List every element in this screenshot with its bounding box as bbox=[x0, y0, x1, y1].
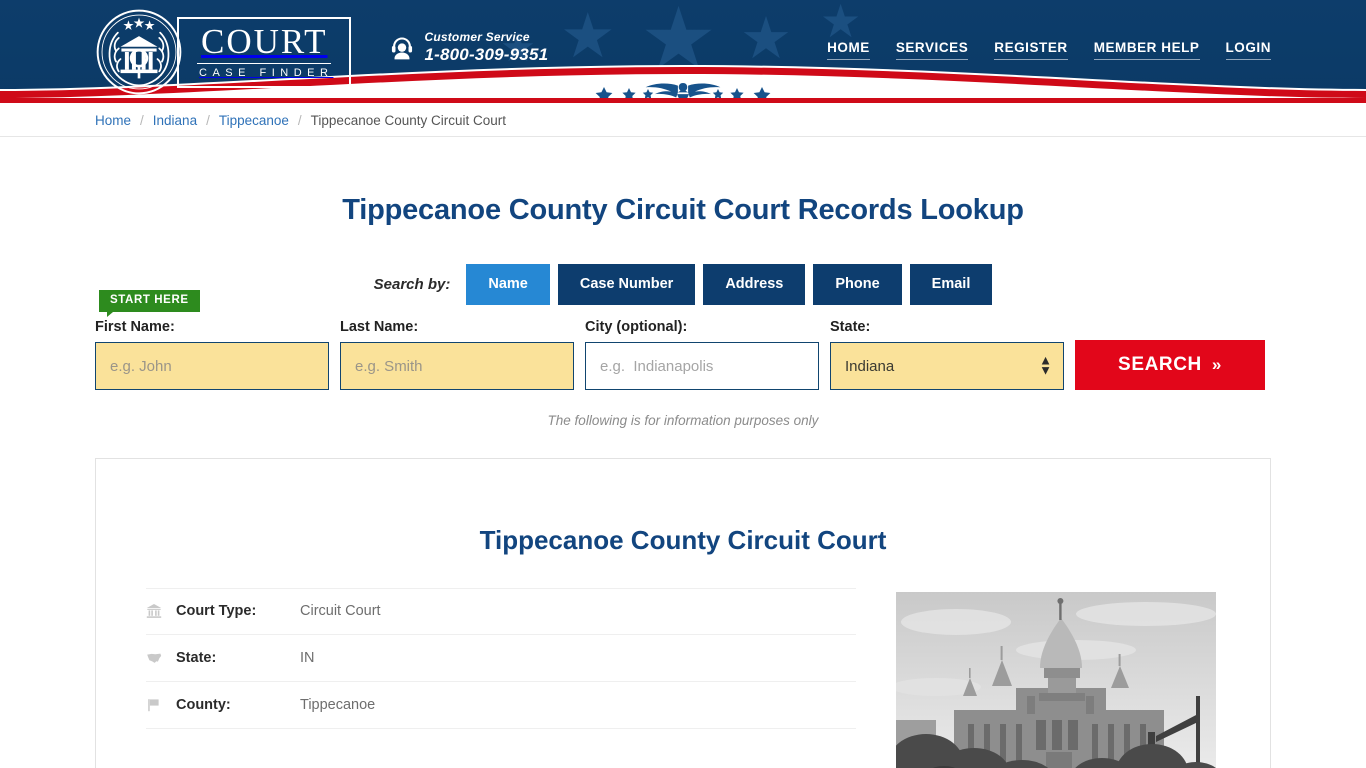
table-row: County: Tippecanoe bbox=[146, 682, 856, 729]
logo-title: COURT bbox=[200, 21, 328, 61]
search-button[interactable]: SEARCH » bbox=[1075, 340, 1265, 390]
tab-case-number[interactable]: Case Number bbox=[557, 264, 696, 305]
courthouse-photo-illustration bbox=[896, 591, 1216, 768]
breadcrumb-separator: / bbox=[140, 112, 144, 128]
chevron-right-double-icon: » bbox=[1211, 355, 1222, 374]
page-title: Tippecanoe County Circuit Court Records … bbox=[342, 194, 1024, 226]
headset-support-icon bbox=[392, 37, 413, 60]
breadcrumb-separator: / bbox=[297, 112, 302, 128]
site-logo[interactable]: COURT CASE FINDER bbox=[95, 8, 352, 96]
tab-address[interactable]: Address bbox=[703, 264, 806, 305]
nav-item-member-help[interactable]: MEMBER HELP bbox=[1093, 40, 1200, 60]
last-name-field-group: Last Name: bbox=[340, 319, 574, 390]
nav-item-services[interactable]: SERVICES bbox=[895, 40, 969, 60]
city-input[interactable] bbox=[585, 342, 819, 390]
main-content: Tippecanoe County Circuit Court Records … bbox=[95, 194, 1271, 768]
city-field-group: City (optional): bbox=[585, 319, 819, 390]
first-name-field-group: First Name: bbox=[95, 319, 329, 390]
search-button-label: SEARCH bbox=[1118, 354, 1202, 375]
court-name-title: Tippecanoe County Circuit Court bbox=[479, 524, 887, 555]
state-select[interactable]: Indiana bbox=[830, 342, 1064, 390]
us-map-icon bbox=[146, 650, 176, 666]
row-label: County: bbox=[176, 696, 231, 713]
breadcrumb-item-indiana[interactable]: Indiana bbox=[153, 113, 197, 128]
last-name-label: Last Name: bbox=[340, 319, 419, 335]
breadcrumb-item-home[interactable]: Home bbox=[95, 113, 131, 128]
first-name-label: First Name: bbox=[95, 319, 175, 335]
flag-icon bbox=[146, 697, 176, 713]
state-label: State: bbox=[830, 319, 871, 335]
court-seal-icon bbox=[96, 9, 182, 95]
row-value: IN bbox=[300, 649, 315, 666]
disclaimer-text: The following is for information purpose… bbox=[547, 413, 819, 428]
breadcrumb-separator: / bbox=[206, 112, 210, 128]
row-label: State: bbox=[176, 649, 217, 666]
search-by-tabs: Search by: Name Case Number Address Phon… bbox=[95, 264, 1271, 305]
court-detail-card: Tippecanoe County Circuit Court Court Ty… bbox=[95, 458, 1271, 768]
nav-item-login[interactable]: LOGIN bbox=[1225, 40, 1271, 60]
main-navigation: HOME SERVICES REGISTER MEMBER HELP LOGIN bbox=[827, 40, 1271, 60]
row-value: Tippecanoe bbox=[300, 696, 376, 713]
header-bottom-red-rule bbox=[0, 98, 1366, 103]
people-search-form: START HERE First Name: Last Name: City (… bbox=[95, 290, 1271, 390]
court-details-table: Court Type: Circuit Court State: IN Coun… bbox=[146, 587, 856, 768]
customer-service-phone[interactable]: 1-800-309-9351 bbox=[424, 45, 548, 64]
tab-phone[interactable]: Phone bbox=[813, 264, 902, 305]
breadcrumb-bar: Home / Indiana / Tippecanoe / Tippecanoe… bbox=[0, 103, 1366, 137]
row-label: Court Type: bbox=[176, 603, 257, 620]
first-name-input[interactable] bbox=[95, 342, 329, 390]
state-field-group: State: Indiana ▲ ▼ bbox=[830, 319, 1064, 390]
breadcrumb-item-current: Tippecanoe County Circuit Court bbox=[310, 112, 507, 128]
breadcrumb-item-tippecanoe[interactable]: Tippecanoe bbox=[219, 113, 289, 128]
tab-name[interactable]: Name bbox=[466, 264, 550, 305]
nav-item-register[interactable]: REGISTER bbox=[994, 40, 1068, 60]
bank-courthouse-icon bbox=[146, 603, 176, 619]
breadcrumb: Home / Indiana / Tippecanoe / Tippecanoe… bbox=[95, 103, 1271, 137]
last-name-input[interactable] bbox=[340, 342, 574, 390]
row-value: Circuit Court bbox=[300, 603, 381, 620]
table-row: Court Type: Circuit Court bbox=[146, 587, 856, 635]
search-by-label: Search by: bbox=[373, 276, 451, 293]
customer-service-block: Customer Service 1-800-309-9351 bbox=[389, 30, 548, 66]
logo-subtitle: CASE FINDER bbox=[199, 66, 334, 79]
courthouse-photo bbox=[896, 591, 1216, 768]
start-here-badge: START HERE bbox=[99, 290, 200, 316]
logo-wordmark: COURT CASE FINDER bbox=[177, 16, 352, 88]
city-label: City (optional): bbox=[585, 319, 688, 335]
site-header: ★ ★ ★ ★ ★ COURT CASE FINDER Customer Ser… bbox=[0, 0, 1366, 103]
logo-divider bbox=[197, 62, 332, 64]
customer-service-label: Customer Service bbox=[424, 30, 530, 44]
tab-email[interactable]: Email bbox=[909, 264, 993, 305]
table-row: State: IN bbox=[146, 635, 856, 682]
nav-item-home[interactable]: HOME bbox=[827, 40, 870, 60]
